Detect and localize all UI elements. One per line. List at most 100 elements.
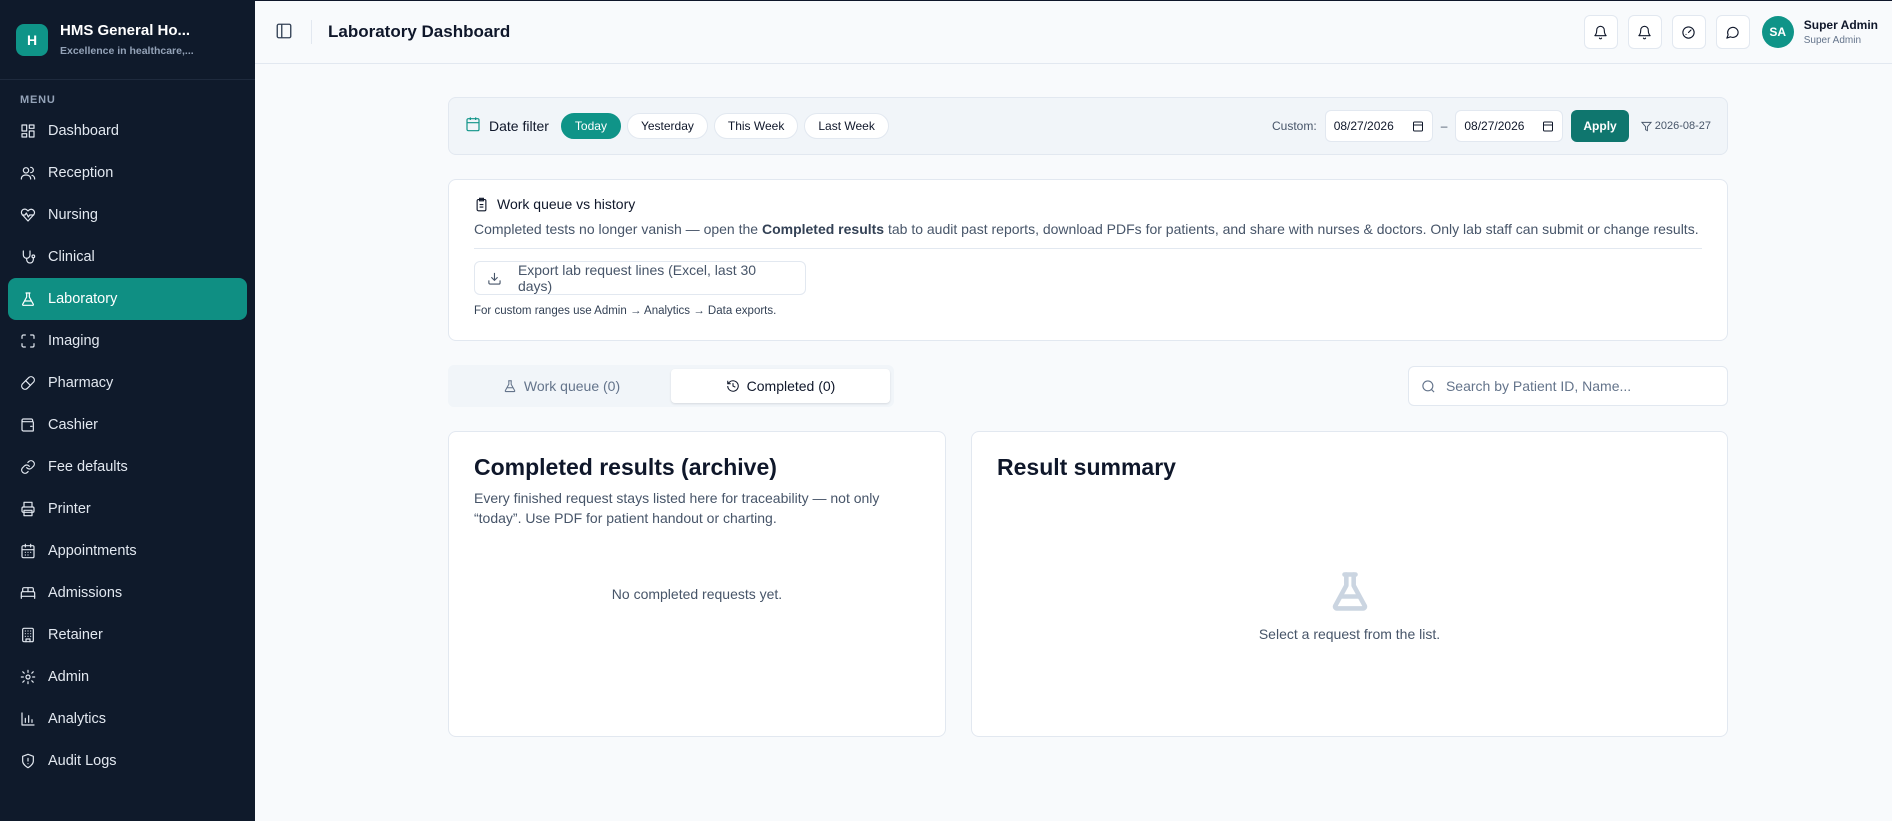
empty-state-text: No completed requests yet. bbox=[611, 586, 783, 602]
sidebar-item-audit-logs[interactable]: Audit Logs bbox=[8, 740, 247, 782]
user-info[interactable]: Super Admin Super Admin bbox=[1804, 18, 1878, 46]
sidebar-item-label: Appointments bbox=[48, 543, 137, 559]
flask-icon bbox=[504, 380, 516, 393]
calendar-icon bbox=[1543, 121, 1554, 132]
search-input[interactable] bbox=[1445, 378, 1715, 394]
completed-results-panel: Completed results (archive) Every finish… bbox=[448, 431, 946, 737]
date-filter-label: Date filter bbox=[489, 118, 549, 134]
tab-label: Completed (0) bbox=[746, 378, 836, 394]
bell-icon bbox=[1638, 25, 1651, 39]
brand-title: HMS General Ho... bbox=[60, 22, 191, 39]
sidebar-item-reception[interactable]: Reception bbox=[8, 152, 247, 194]
sidebar-item-label: Fee defaults bbox=[48, 459, 128, 475]
sidebar-item-clinical[interactable]: Clinical bbox=[8, 236, 247, 278]
status-button[interactable] bbox=[1671, 15, 1706, 49]
date-from-value: 08/27/2026 bbox=[1333, 119, 1394, 133]
chip-today[interactable]: Today bbox=[560, 113, 621, 139]
clipboard-icon bbox=[476, 197, 487, 211]
avatar[interactable]: SA bbox=[1761, 16, 1794, 48]
sidebar-item-label: Admissions bbox=[48, 585, 123, 601]
message-circle-icon bbox=[1726, 26, 1739, 39]
flask-icon bbox=[20, 291, 36, 307]
shield-icon bbox=[20, 753, 36, 769]
sidebar-item-admissions[interactable]: Admissions bbox=[8, 572, 247, 614]
notifications-button[interactable] bbox=[1583, 15, 1618, 49]
main-content: Date filter Today Yesterday This Week La… bbox=[448, 97, 1728, 737]
sidebar-item-label: Printer bbox=[48, 501, 91, 517]
applied-filter: 2026-08-27 bbox=[1640, 120, 1711, 132]
tabs-row: Work queue (0) Completed (0) bbox=[448, 365, 1728, 407]
sidebar-toggle-icon[interactable] bbox=[275, 22, 295, 42]
completed-results-description: Every finished request stays listed here… bbox=[474, 490, 880, 526]
brand-subtitle: Excellence in healthcare,... bbox=[60, 45, 194, 57]
chip-this-week[interactable]: This Week bbox=[713, 113, 799, 139]
sidebar-item-label: Admin bbox=[48, 669, 90, 685]
sidebar-item-label: Imaging bbox=[48, 333, 100, 349]
sidebar-item-dashboard[interactable]: Dashboard bbox=[8, 110, 247, 152]
search-icon bbox=[1422, 379, 1435, 393]
brand[interactable]: H HMS General Ho... Excellence in health… bbox=[0, 0, 255, 80]
result-summary-panel: Result summary Select a request from the… bbox=[971, 431, 1728, 737]
sidebar-item-label: Pharmacy bbox=[48, 375, 114, 391]
bed-icon bbox=[20, 585, 36, 601]
date-from-input[interactable]: 08/27/2026 bbox=[1324, 110, 1433, 142]
stethoscope-icon bbox=[20, 249, 36, 265]
sidebar-item-cashier[interactable]: Cashier bbox=[8, 404, 247, 446]
sidebar-item-analytics[interactable]: Analytics bbox=[8, 698, 247, 740]
user-name: Super Admin bbox=[1803, 18, 1878, 32]
custom-label: Custom: bbox=[1272, 119, 1317, 133]
link-icon bbox=[20, 459, 36, 475]
heart-pulse-icon bbox=[20, 207, 36, 223]
chip-yesterday[interactable]: Yesterday bbox=[626, 113, 708, 139]
history-icon bbox=[726, 380, 739, 392]
sidebar-item-pharmacy[interactable]: Pharmacy bbox=[8, 362, 247, 404]
search-box[interactable] bbox=[1408, 366, 1728, 406]
sidebar-item-imaging[interactable]: Imaging bbox=[8, 320, 247, 362]
users-icon bbox=[20, 165, 36, 181]
gear-icon bbox=[20, 669, 36, 685]
sidebar-item-label: Cashier bbox=[48, 417, 98, 433]
sidebar-item-retainer[interactable]: Retainer bbox=[8, 614, 247, 656]
empty-state-text: Select a request from the list. bbox=[1258, 626, 1441, 642]
export-label: Export lab request lines (Excel, last 30… bbox=[517, 262, 757, 294]
scan-icon bbox=[20, 333, 36, 349]
calendar-icon bbox=[1412, 121, 1423, 132]
chip-last-week[interactable]: Last Week bbox=[804, 113, 889, 139]
sidebar-item-fee-defaults[interactable]: Fee defaults bbox=[8, 446, 247, 488]
header-divider bbox=[311, 20, 312, 44]
flask-icon bbox=[1332, 572, 1367, 611]
sidebar-item-label: Clinical bbox=[48, 249, 95, 265]
export-button[interactable]: Export lab request lines (Excel, last 30… bbox=[474, 261, 806, 295]
header-actions: SA Super Admin Super Admin bbox=[1583, 15, 1878, 49]
sidebar-item-label: Nursing bbox=[48, 207, 98, 223]
sidebar-item-printer[interactable]: Printer bbox=[8, 488, 247, 530]
sidebar-item-label: Retainer bbox=[48, 627, 103, 643]
completed-results-emphasis: Completed results bbox=[761, 221, 885, 237]
gauge-icon bbox=[1682, 25, 1695, 39]
sidebar-item-nursing[interactable]: Nursing bbox=[8, 194, 247, 236]
empty-state: Select a request from the list. bbox=[972, 567, 1727, 642]
sidebar-item-laboratory[interactable]: Laboratory bbox=[8, 278, 247, 320]
sidebar-item-label: Laboratory bbox=[48, 291, 118, 307]
sidebar: H HMS General Ho... Excellence in health… bbox=[0, 0, 255, 821]
grid-icon bbox=[20, 123, 36, 139]
tab-completed[interactable]: Completed (0) bbox=[671, 369, 890, 403]
sidebar-nav: Dashboard Reception Nursing Clinical Lab… bbox=[0, 110, 255, 782]
info-heading-text: Work queue vs history bbox=[497, 196, 636, 212]
bell-icon bbox=[1594, 25, 1607, 39]
wallet-icon bbox=[20, 417, 36, 433]
sidebar-item-label: Analytics bbox=[48, 711, 107, 727]
date-to-input[interactable]: 08/27/2026 bbox=[1455, 110, 1564, 142]
menu-label: MENU bbox=[20, 94, 56, 106]
tab-label: Work queue (0) bbox=[523, 378, 621, 394]
date-to-value: 08/27/2026 bbox=[1464, 119, 1525, 133]
bar-chart-icon bbox=[20, 711, 36, 727]
sidebar-item-admin[interactable]: Admin bbox=[8, 656, 247, 698]
sidebar-item-appointments[interactable]: Appointments bbox=[8, 530, 247, 572]
apply-button[interactable]: Apply bbox=[1571, 110, 1629, 142]
tab-work-queue[interactable]: Work queue (0) bbox=[452, 369, 671, 403]
custom-range: Custom: 08/27/2026 – 08/27/2026 Apply 20… bbox=[1272, 110, 1711, 142]
messages-button[interactable] bbox=[1715, 15, 1750, 49]
alerts-button[interactable] bbox=[1627, 15, 1662, 49]
info-note: For custom ranges use Admin → Analytics … bbox=[474, 305, 777, 317]
